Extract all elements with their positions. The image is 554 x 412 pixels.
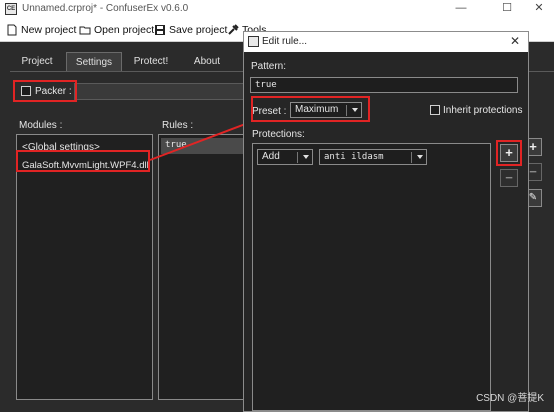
annotation-add-protection — [496, 140, 522, 166]
protections-label: Protections: — [252, 129, 305, 140]
watermark: CSDN @菩提K — [476, 393, 544, 404]
protection-action-select[interactable]: Add — [257, 149, 313, 165]
dialog-close-icon[interactable]: ✕ — [510, 34, 520, 48]
annotation-preset — [251, 96, 370, 122]
protection-name-select[interactable]: anti ildasm — [319, 149, 427, 165]
edit-rule-dialog: Edit rule... ✕ Pattern: true Preset : Ma… — [243, 31, 529, 412]
chevron-down-icon — [417, 155, 423, 159]
inherit-checkbox[interactable] — [430, 105, 440, 115]
dialog-app-icon — [248, 36, 259, 47]
pattern-input[interactable]: true — [250, 77, 518, 93]
dialog-title: Edit rule... — [262, 36, 308, 47]
protections-list[interactable]: Add anti ildasm — [252, 143, 491, 411]
chevron-down-icon — [303, 155, 309, 159]
protection-name-value: anti ildasm — [324, 152, 384, 162]
protection-action-value: Add — [262, 151, 280, 162]
pattern-label: Pattern: — [251, 61, 287, 72]
remove-protection-button[interactable]: − — [500, 169, 518, 187]
inherit-label: Inherit protections — [443, 105, 523, 116]
dialog-title-bar: Edit rule... ✕ — [244, 32, 528, 52]
